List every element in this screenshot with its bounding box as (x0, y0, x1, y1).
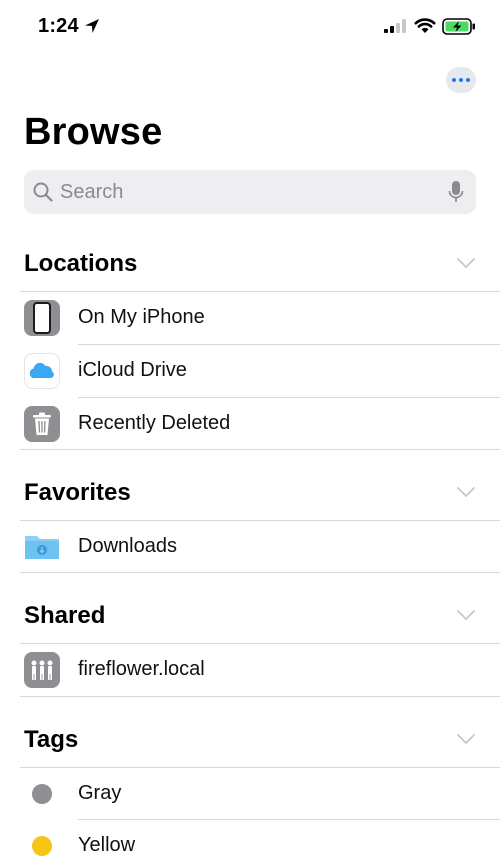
chevron-down-icon[interactable] (456, 485, 476, 499)
chevron-down-icon[interactable] (456, 608, 476, 622)
favorites-section-title: Favorites (24, 479, 131, 506)
list-item-label: Gray (78, 782, 122, 804)
search-bar[interactable] (24, 170, 476, 214)
tags-section-title: Tags (24, 726, 79, 753)
status-time: 1:24 (38, 15, 79, 37)
favorites-section-header[interactable]: Favorites (0, 469, 500, 519)
divider (20, 449, 500, 450)
wifi-icon (414, 18, 436, 33)
sidebar-item-icloud-drive[interactable]: iCloud Drive (0, 345, 500, 397)
tag-item-gray[interactable]: Gray (0, 768, 500, 820)
sidebar-item-on-my-iphone[interactable]: On My iPhone (0, 292, 500, 344)
search-input[interactable] (60, 170, 420, 214)
divider (20, 572, 500, 573)
sidebar-item-recently-deleted[interactable]: Recently Deleted (0, 398, 500, 450)
list-item-label: fireflower.local (78, 658, 205, 680)
chevron-down-icon[interactable] (456, 256, 476, 270)
shared-section-title: Shared (24, 602, 106, 629)
shared-server-icon (24, 652, 60, 688)
shared-section-header[interactable]: Shared (0, 592, 500, 642)
trash-icon (24, 406, 60, 442)
yellow-tag-dot-icon (32, 836, 52, 856)
locations-section-title: Locations (24, 250, 138, 277)
location-arrow-icon (85, 19, 99, 33)
page-title: Browse (24, 111, 163, 153)
tags-section-header[interactable]: Tags (0, 716, 500, 766)
tag-item-yellow[interactable]: Yellow (0, 820, 500, 867)
list-item-label: Yellow (78, 834, 136, 856)
downloads-folder-icon (25, 536, 59, 559)
list-item-label: On My iPhone (78, 306, 205, 328)
sidebar-item-fireflower-local[interactable]: fireflower.local (0, 644, 500, 696)
ellipsis-icon (452, 78, 456, 82)
list-item-label: Recently Deleted (78, 412, 231, 434)
iphone-icon (24, 300, 60, 336)
search-icon (33, 182, 53, 202)
icloud-icon (24, 353, 60, 389)
chevron-down-icon[interactable] (456, 732, 476, 746)
list-item-label: iCloud Drive (78, 359, 187, 381)
divider (20, 696, 500, 697)
more-options-button[interactable] (446, 67, 476, 93)
cellular-signal-icon (384, 19, 406, 33)
battery-icon (442, 18, 475, 35)
locations-section-header[interactable]: Locations (0, 240, 500, 290)
list-item-label: Downloads (78, 535, 177, 557)
status-bar: 1:24 (0, 0, 500, 54)
gray-tag-dot-icon (32, 784, 52, 804)
sidebar-item-downloads[interactable]: Downloads (0, 521, 500, 573)
microphone-icon[interactable] (448, 180, 464, 204)
